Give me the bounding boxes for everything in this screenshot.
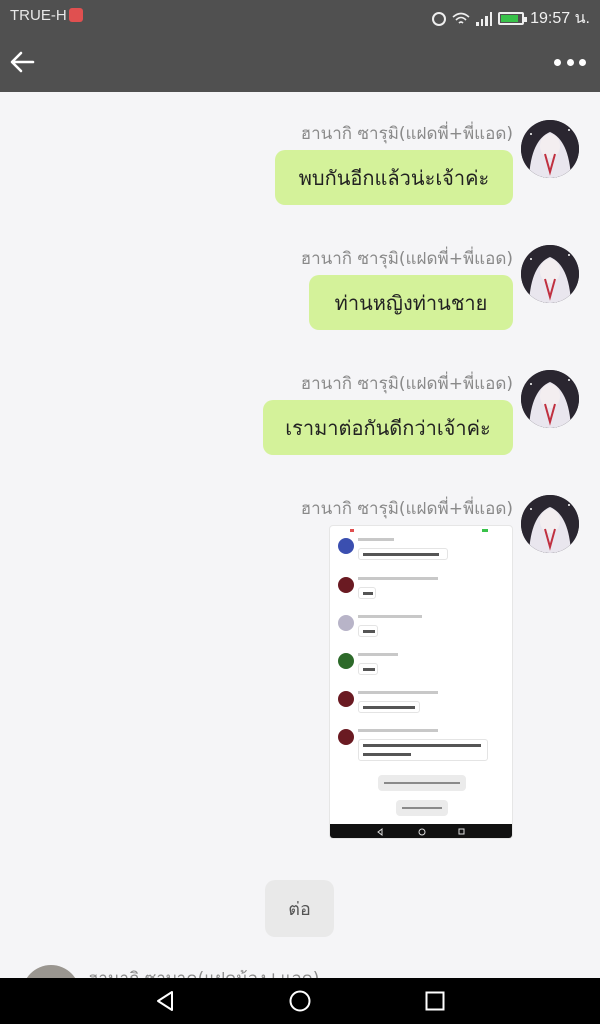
message-sender: ฮานากิ ซารุมิ(แฝดพี่+พี่แอด) [300,499,513,519]
screenshot-nav-bar [330,824,512,838]
alarm-icon [432,11,447,26]
status-bar: TRUE-H 19:57 น. [0,0,600,32]
nav-home-button[interactable] [270,978,330,1024]
carrier-label: TRUE-H [10,7,83,24]
message-bubble[interactable]: พบกันอีกแล้วน่ะเจ้าค่ะ [275,150,513,205]
system-nav-bar [0,978,600,1024]
avatar[interactable] [521,495,579,553]
avatar[interactable] [521,245,579,303]
home-circle-icon [289,990,311,1012]
message-sender: ฮานากิ ซารุมิ(แฝดพี่+พี่แอด) [300,124,513,144]
message-sender: ฮานากิ ซารุมิ(แฝดพี่+พี่แอด) [300,374,513,394]
recents-square-icon [425,991,445,1011]
signal-icon [476,11,493,26]
avatar-image [521,370,579,428]
avatar-image [521,495,579,553]
message-bubble[interactable]: ท่านหญิงท่านชาย [309,275,513,330]
image-message[interactable] [329,525,513,839]
app-bar [0,32,600,92]
nav-back-button[interactable] [135,978,195,1024]
message-sender: ฮานากิ ซารุมิ(แฝดพี่+พี่แอด) [300,249,513,269]
battery-icon [498,12,528,25]
battery-level [501,15,519,22]
system-message: ต่อ [265,880,334,937]
back-triangle-icon [157,991,173,1011]
more-horizontal-icon [554,58,561,66]
carrier-badge-icon [68,8,83,22]
avatar-image [521,120,579,178]
chat-area[interactable]: ฮานากิ ซารุมิ(แฝดพี่+พี่แอด) พบกันอีกแล้… [0,92,600,978]
arrow-left-icon [10,51,35,73]
nav-recents-button[interactable] [405,978,465,1024]
back-button[interactable] [6,44,42,80]
message-sender: ฮานากิ ซาบาค(แฝดน้อง+แอด) [88,965,319,978]
carrier-text: TRUE-H [10,7,67,24]
status-time: 19:57 น. [530,10,590,27]
message-bubble[interactable]: เรามาต่อกันดีกว่าเจ้าค่ะ [263,400,513,455]
status-icons: 19:57 น. [432,6,590,31]
avatar[interactable] [22,965,80,978]
wifi-icon [452,12,470,24]
avatar[interactable] [521,120,579,178]
avatar[interactable] [521,370,579,428]
avatar-image [521,245,579,303]
more-options-button[interactable] [550,44,590,80]
